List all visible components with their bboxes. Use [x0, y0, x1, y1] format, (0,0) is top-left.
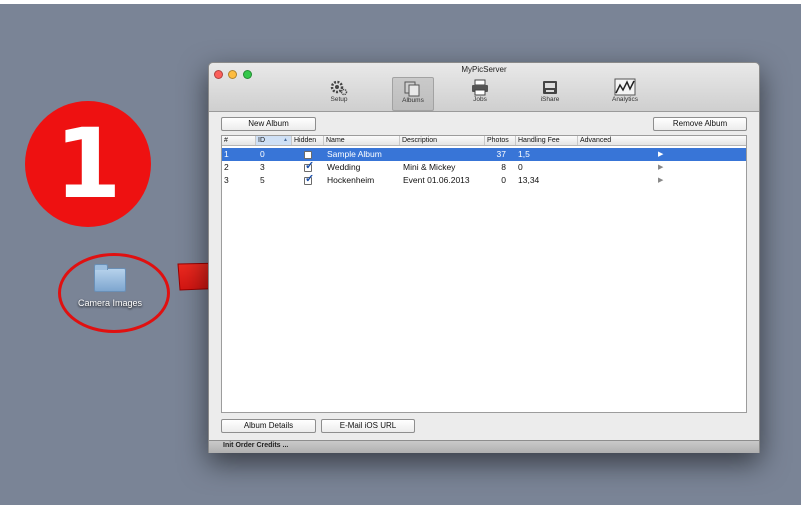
column-header-advanced[interactable]: Advanced: [578, 136, 746, 145]
app-window: MyPicServer Setup Albums Jobs iShare Ana…: [208, 62, 760, 453]
checkmark-icon: ✓: [305, 160, 315, 172]
cell-id: 5: [260, 175, 265, 185]
inbox-icon: [543, 81, 557, 94]
table-row[interactable]: 1 0 Sample Album 37 1,5 ▶: [222, 148, 746, 161]
toolbar-jobs-label: Jobs: [473, 96, 487, 103]
cell-handling-fee: 1,5: [518, 149, 530, 159]
toolbar-analytics-label: Analytics: [611, 96, 638, 103]
column-header-description[interactable]: Description: [400, 136, 485, 145]
cell-id: 0: [260, 149, 265, 159]
cell-photos: 8: [501, 162, 506, 172]
disclosure-arrow-icon[interactable]: ▶: [658, 148, 663, 161]
remove-album-button[interactable]: Remove Album: [653, 117, 747, 131]
cell-description: Event 01.06.2013: [403, 175, 470, 185]
albums-icon: [404, 81, 420, 97]
toolbar-ishare-label: iShare: [540, 96, 560, 103]
table-row[interactable]: 3 5 ✓ Hockenheim Event 01.06.2013 0 13,3…: [222, 174, 746, 187]
album-details-button[interactable]: Album Details: [221, 419, 316, 433]
toolbar-setup[interactable]: Setup: [319, 77, 359, 109]
email-ios-url-button[interactable]: E-Mail iOS URL: [321, 419, 415, 433]
column-header-number[interactable]: #: [222, 136, 256, 145]
hidden-checkbox[interactable]: ✓: [304, 160, 315, 172]
sort-ascending-icon: ▲: [283, 137, 288, 143]
folder-icon: [94, 264, 126, 292]
cell-description: Mini & Mickey: [403, 162, 456, 172]
toolbar-albums[interactable]: Albums: [392, 77, 434, 111]
column-header-photos[interactable]: Photos: [485, 136, 516, 145]
column-header-id-label: ID: [258, 137, 265, 144]
desktop: 1 Camera Images MyPicServer Setup Albums…: [0, 4, 801, 505]
folder-label: Camera Images: [77, 298, 143, 308]
toolbar-analytics[interactable]: Analytics: [605, 77, 645, 109]
cell-description: [401, 148, 403, 161]
cell-number: 2: [224, 162, 229, 172]
cell-photos: 37: [496, 149, 506, 159]
cell-handling-fee: 0: [518, 162, 523, 172]
disclosure-arrow-icon[interactable]: ▶: [658, 161, 663, 174]
new-album-button[interactable]: New Album: [221, 117, 316, 131]
hidden-checkbox[interactable]: ✓: [304, 173, 315, 185]
cell-name: Wedding: [327, 162, 361, 172]
status-bar: Init Order Credits ...: [209, 440, 759, 453]
column-header-id[interactable]: ID ▲: [256, 136, 292, 145]
disclosure-arrow-icon[interactable]: ▶: [658, 174, 663, 187]
cell-name: Hockenheim: [327, 175, 375, 185]
chart-icon: [614, 78, 636, 96]
cell-name: Sample Album: [327, 149, 382, 159]
cell-photos: 0: [501, 175, 506, 185]
toolbar-setup-label: Setup: [330, 96, 348, 103]
status-text: Init Order Credits ...: [223, 442, 289, 449]
toolbar-albums-label: Albums: [402, 97, 424, 104]
column-header-handling-fee[interactable]: Handling Fee: [516, 136, 578, 145]
cell-id: 3: [260, 162, 265, 172]
gear-icon: [330, 80, 348, 96]
printer-icon: [472, 79, 488, 96]
camera-images-folder[interactable]: Camera Images: [70, 264, 150, 308]
cell-handling-fee: 13,34: [518, 175, 540, 185]
window-title: MyPicServer: [461, 65, 507, 74]
albums-table[interactable]: # ID ▲ Hidden Name Description Photos Ha…: [221, 135, 747, 413]
toolbar-ishare[interactable]: iShare: [530, 77, 570, 109]
hidden-checkbox[interactable]: [304, 151, 312, 159]
cell-number: 3: [224, 175, 229, 185]
checkmark-icon: ✓: [305, 173, 315, 185]
column-header-name[interactable]: Name: [324, 136, 400, 145]
column-header-hidden[interactable]: Hidden: [292, 136, 324, 145]
cell-number: 1: [224, 149, 229, 159]
table-row[interactable]: 2 3 ✓ Wedding Mini & Mickey 8 0 ▶: [222, 161, 746, 174]
toolbar-jobs[interactable]: Jobs: [460, 77, 500, 109]
step-number-badge: 1: [25, 101, 151, 227]
table-header: # ID ▲ Hidden Name Description Photos Ha…: [222, 136, 746, 146]
title-bar: MyPicServer Setup Albums Jobs iShare Ana…: [209, 63, 759, 112]
